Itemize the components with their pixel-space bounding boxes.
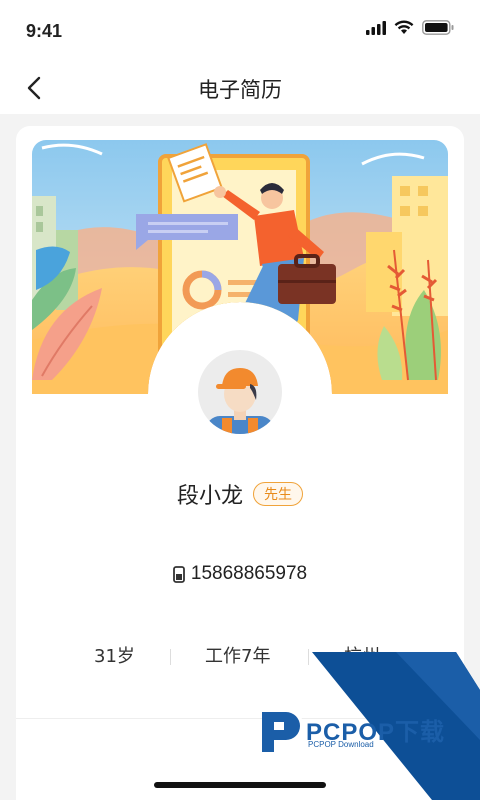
info-row: 31岁 工作7年 杭州 xyxy=(16,642,464,672)
phone-row[interactable]: 15868865978 xyxy=(16,563,464,585)
page-title: 电子简历 xyxy=(198,78,282,102)
battery-icon xyxy=(422,20,454,35)
candidate-name: 段小龙 xyxy=(176,484,243,509)
info-divider xyxy=(170,649,171,665)
experience-label: 工作7年 xyxy=(205,646,271,667)
signal-icon xyxy=(366,20,386,35)
gender-badge: 先生 xyxy=(253,482,303,506)
phone-icon xyxy=(172,565,185,583)
status-bar: 9:41 xyxy=(0,0,480,60)
city-label: 杭州 xyxy=(344,646,380,667)
worker-avatar-icon xyxy=(198,350,282,434)
age-label: 31岁 xyxy=(94,646,135,667)
nav-bar: 电子简历 xyxy=(0,60,480,114)
status-icons xyxy=(366,20,454,35)
info-divider xyxy=(308,649,309,665)
phone-number[interactable]: 15868865978 xyxy=(191,563,307,585)
name-row: 段小龙 先生 xyxy=(16,478,464,510)
avatar xyxy=(194,346,286,438)
card-divider xyxy=(16,718,464,719)
home-indicator xyxy=(154,782,326,788)
wifi-icon xyxy=(394,20,414,34)
resume-card: 段小龙 先生 15868865978 31岁 工作7年 杭州 xyxy=(16,126,464,800)
status-time: 9:41 xyxy=(26,21,63,41)
